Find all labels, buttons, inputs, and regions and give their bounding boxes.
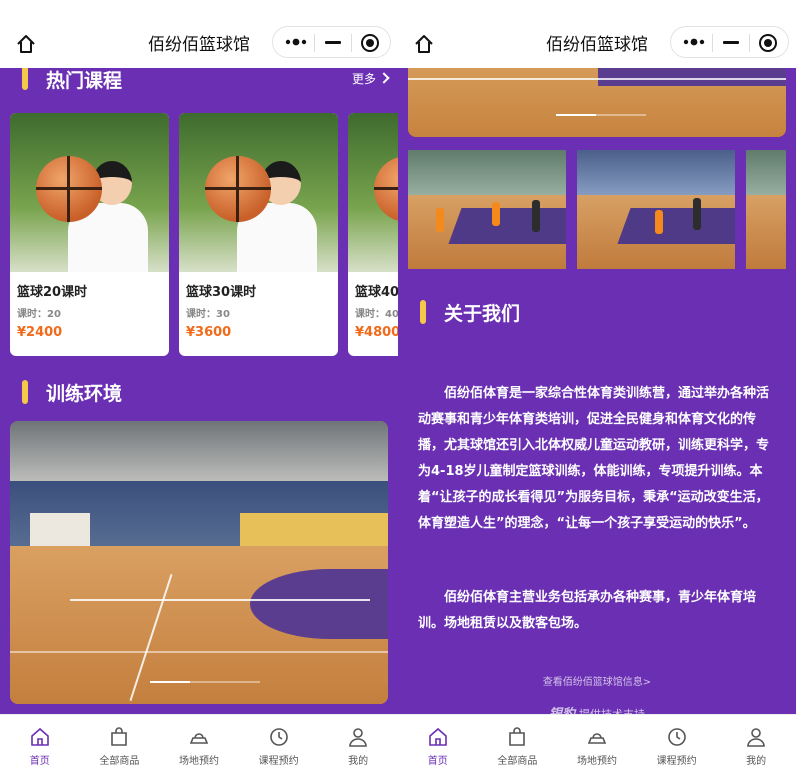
user-icon: [349, 728, 367, 747]
tab-bar: 首页 全部商品 场地预约 课程预约 我的: [398, 714, 796, 772]
course-hours: 课时：30: [186, 309, 230, 320]
section-title-about: 关于我们: [444, 303, 521, 325]
basketball-image: [205, 156, 271, 222]
about-paragraph: 佰纷佰体育是一家综合性体育类训练营，通过举办各种活动赛事和青少年体育类培训，促进…: [418, 386, 770, 531]
chevron-right-icon: [378, 72, 390, 84]
home-icon: [30, 727, 49, 746]
venue-icon: [587, 733, 607, 744]
more-dots-icon[interactable]: [285, 35, 307, 49]
tab-mine[interactable]: 我的: [716, 715, 796, 772]
tab-course-booking[interactable]: 课程预约: [239, 715, 319, 772]
clock-icon: [269, 728, 288, 746]
tab-home[interactable]: 首页: [0, 715, 80, 772]
tab-venue-booking[interactable]: 场地预约: [159, 715, 239, 772]
phone-screen-home-scrolled: 佰纷佰篮球馆 关于我们 佰纷佰体育是一家综合性体育类训练营，通过举办各种活动赛事…: [398, 0, 796, 772]
venue-info-link[interactable]: 查看佰纷佰篮球馆信息>: [398, 673, 796, 688]
course-image: [348, 113, 398, 272]
carousel-indicator: [150, 681, 260, 683]
capsule-divider: [749, 34, 750, 52]
clock-icon: [667, 728, 686, 746]
course-price: ¥2400: [17, 325, 63, 340]
tab-course-booking[interactable]: 课程预约: [637, 715, 717, 772]
section-accent-bar: [420, 300, 426, 324]
mini-program-capsule: [272, 26, 391, 58]
tab-home[interactable]: 首页: [398, 715, 478, 772]
basketball-image: [36, 156, 102, 222]
close-target-icon[interactable]: [759, 34, 777, 52]
shopping-bag-icon: [509, 727, 526, 746]
tab-mine[interactable]: 我的: [318, 715, 398, 772]
phone-screen-home: 佰纷佰篮球馆 热门课程 更多 篮球20课时 课时：20 ¥2400 篮球30课时…: [0, 0, 398, 772]
carousel-indicator: [556, 114, 646, 116]
about-paragraph: 佰纷佰体育主营业务包括承办各种赛事，青少年体育培训。场地租赁以及散客包场。: [418, 590, 757, 631]
venue-icon: [189, 733, 209, 744]
mini-program-capsule: [670, 26, 789, 58]
section-title-popular-courses: 热门课程: [46, 70, 123, 92]
section-title-environment: 训练环境: [46, 383, 123, 405]
shopping-bag-icon: [111, 727, 128, 746]
course-card[interactable]: 篮球30课时 课时：30 ¥3600: [179, 113, 338, 356]
course-card[interactable]: 篮球40课时 课时：40 ¥4800: [348, 113, 398, 356]
course-image: [10, 113, 169, 272]
tab-all-products[interactable]: 全部商品: [80, 715, 160, 772]
course-hours: 课时：20: [17, 309, 61, 320]
environment-thumbnail[interactable]: [746, 150, 786, 269]
environment-thumbnail[interactable]: [577, 150, 735, 269]
capsule-divider: [351, 34, 352, 52]
environment-carousel[interactable]: [408, 68, 786, 137]
nav-bar: 佰纷佰篮球馆: [398, 0, 796, 68]
capsule-divider: [712, 34, 713, 52]
course-hours: 课时：40: [355, 309, 398, 320]
tab-venue-booking[interactable]: 场地预约: [557, 715, 637, 772]
section-accent-bar: [22, 380, 28, 404]
minimize-icon[interactable]: [325, 41, 341, 44]
minimize-icon[interactable]: [723, 41, 739, 44]
more-label: 更多: [352, 72, 377, 86]
tab-all-products[interactable]: 全部商品: [478, 715, 558, 772]
nav-bar: 佰纷佰篮球馆: [0, 0, 398, 68]
more-dots-icon[interactable]: [683, 35, 705, 49]
course-image: [179, 113, 338, 272]
more-link[interactable]: 更多: [352, 70, 390, 87]
user-icon: [747, 728, 765, 747]
course-price: ¥3600: [186, 325, 232, 340]
section-accent-bar: [22, 66, 28, 90]
capsule-divider: [314, 34, 315, 52]
course-name: 篮球20课时: [17, 285, 88, 300]
home-icon: [428, 727, 447, 746]
course-name: 篮球40课时: [355, 285, 398, 300]
tab-bar: 首页 全部商品 场地预约 课程预约 我的: [0, 714, 398, 772]
environment-thumbnail[interactable]: [408, 150, 566, 269]
environment-carousel[interactable]: [10, 421, 388, 704]
course-name: 篮球30课时: [186, 285, 257, 300]
close-target-icon[interactable]: [361, 34, 379, 52]
course-card[interactable]: 篮球20课时 课时：20 ¥2400: [10, 113, 169, 356]
course-price: ¥4800: [355, 325, 398, 340]
